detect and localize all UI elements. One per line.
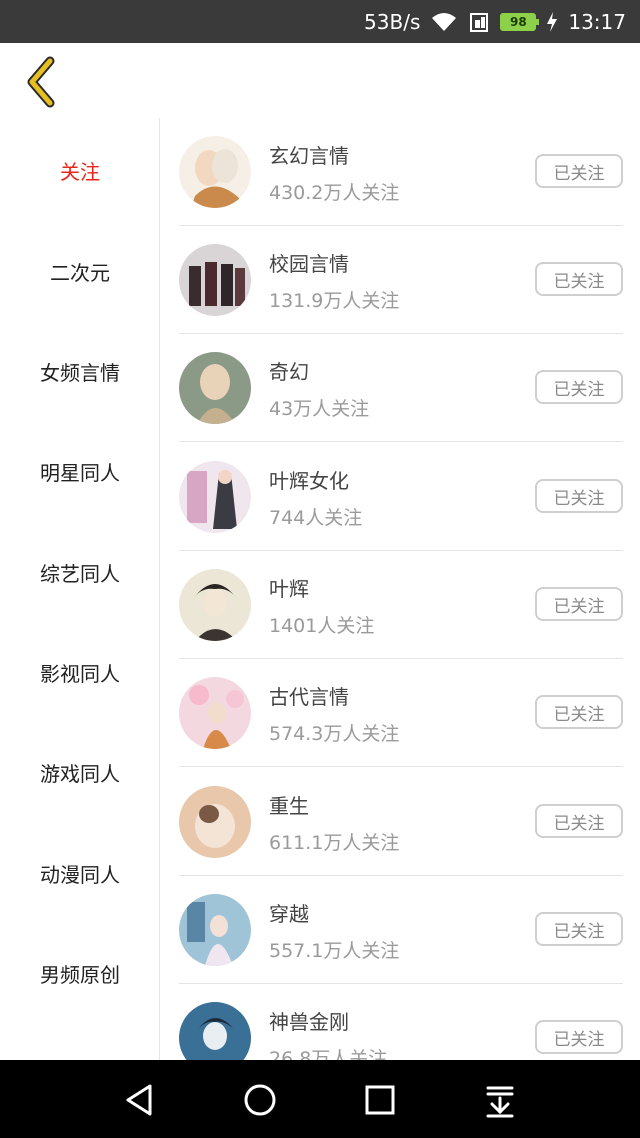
list-item[interactable]: 叶辉 1401人关注 已关注 — [179, 551, 623, 659]
followed-button[interactable]: 已关注 — [535, 154, 623, 188]
list-item[interactable]: 穿越 557.1万人关注 已关注 — [179, 876, 623, 984]
battery-level: 98 — [500, 12, 540, 31]
notification-pull-icon[interactable] — [480, 1080, 520, 1120]
topic-list: 玄幻言情 430.2万人关注 已关注 校园言情 131.9万人关注 已关注 奇幻… — [161, 118, 640, 1060]
topic-followers: 430.2万人关注 — [269, 182, 400, 204]
followed-button[interactable]: 已关注 — [535, 262, 623, 296]
sidebar-item-celebrity-fanfic[interactable]: 明星同人 — [0, 457, 160, 486]
list-item[interactable]: 奇幻 43万人关注 已关注 — [179, 334, 623, 442]
topic-followers: 744人关注 — [269, 507, 363, 529]
back-button[interactable] — [20, 55, 64, 109]
clock: 13:17 — [568, 9, 626, 34]
sidebar-item-follow[interactable]: 关注 — [0, 156, 160, 185]
topic-name: 叶辉 — [269, 577, 309, 601]
topic-name: 重生 — [269, 794, 309, 818]
list-item[interactable]: 重生 611.1万人关注 已关注 — [179, 768, 623, 876]
list-item[interactable]: 玄幻言情 430.2万人关注 已关注 — [179, 118, 623, 226]
sidebar-item-male-original[interactable]: 男频原创 — [0, 959, 160, 988]
sidebar-item-acg[interactable]: 二次元 — [0, 257, 160, 286]
list-item[interactable]: 神兽金刚 26.8万人关注 已关注 — [179, 984, 623, 1060]
topic-avatar — [179, 1002, 251, 1060]
followed-button[interactable]: 已关注 — [535, 479, 623, 513]
topic-followers: 43万人关注 — [269, 398, 370, 420]
status-bar: 53B/s 98 13:17 — [0, 0, 640, 43]
topic-avatar — [179, 461, 251, 533]
topic-name: 校园言情 — [269, 252, 349, 276]
topic-name: 古代言情 — [269, 685, 349, 709]
topic-name: 叶辉女化 — [269, 469, 349, 493]
list-item[interactable]: 古代言情 574.3万人关注 已关注 — [179, 659, 623, 767]
followed-button[interactable]: 已关注 — [535, 695, 623, 729]
sidebar-item-game-fanfic[interactable]: 游戏同人 — [0, 758, 160, 787]
chevron-left-icon — [27, 56, 55, 108]
topic-followers: 131.9万人关注 — [269, 290, 400, 312]
topic-followers: 574.3万人关注 — [269, 723, 400, 745]
sim-icon — [468, 11, 490, 33]
navigation-bar — [0, 1060, 640, 1138]
topic-avatar — [179, 786, 251, 858]
topic-name: 神兽金刚 — [269, 1010, 349, 1034]
topic-followers: 557.1万人关注 — [269, 940, 400, 962]
sidebar-item-anime-fanfic[interactable]: 动漫同人 — [0, 859, 160, 888]
network-speed: 53B/s — [364, 9, 421, 34]
topic-avatar — [179, 244, 251, 316]
sidebar-item-film-fanfic[interactable]: 影视同人 — [0, 658, 160, 687]
sidebar-item-female-romance[interactable]: 女频言情 — [0, 357, 160, 386]
topic-avatar — [179, 894, 251, 966]
category-sidebar: 关注 二次元 女频言情 明星同人 综艺同人 影视同人 游戏同人 动漫同人 男频原… — [0, 118, 160, 1060]
sidebar-item-variety-fanfic[interactable]: 综艺同人 — [0, 558, 160, 587]
topic-name: 玄幻言情 — [269, 144, 349, 168]
followed-button[interactable]: 已关注 — [535, 370, 623, 404]
topic-avatar — [179, 352, 251, 424]
home-circle-icon[interactable] — [240, 1080, 280, 1120]
recents-square-icon[interactable] — [360, 1080, 400, 1120]
battery-icon: 98 — [500, 12, 540, 31]
topic-avatar — [179, 677, 251, 749]
followed-button[interactable]: 已关注 — [535, 804, 623, 838]
list-item[interactable]: 叶辉女化 744人关注 已关注 — [179, 443, 623, 551]
followed-button[interactable]: 已关注 — [535, 1020, 623, 1054]
topic-name: 奇幻 — [269, 360, 309, 384]
followed-button[interactable]: 已关注 — [535, 912, 623, 946]
topic-avatar — [179, 569, 251, 641]
topic-avatar — [179, 136, 251, 208]
back-triangle-icon[interactable] — [120, 1080, 160, 1120]
followed-button[interactable]: 已关注 — [535, 587, 623, 621]
wifi-icon — [430, 11, 458, 33]
header — [0, 43, 640, 118]
topic-followers: 611.1万人关注 — [269, 832, 400, 854]
list-item[interactable]: 校园言情 131.9万人关注 已关注 — [179, 226, 623, 334]
topic-name: 穿越 — [269, 902, 309, 926]
charging-icon — [546, 11, 558, 33]
topic-followers: 1401人关注 — [269, 615, 375, 637]
topic-followers: 26.8万人关注 — [269, 1048, 388, 1060]
